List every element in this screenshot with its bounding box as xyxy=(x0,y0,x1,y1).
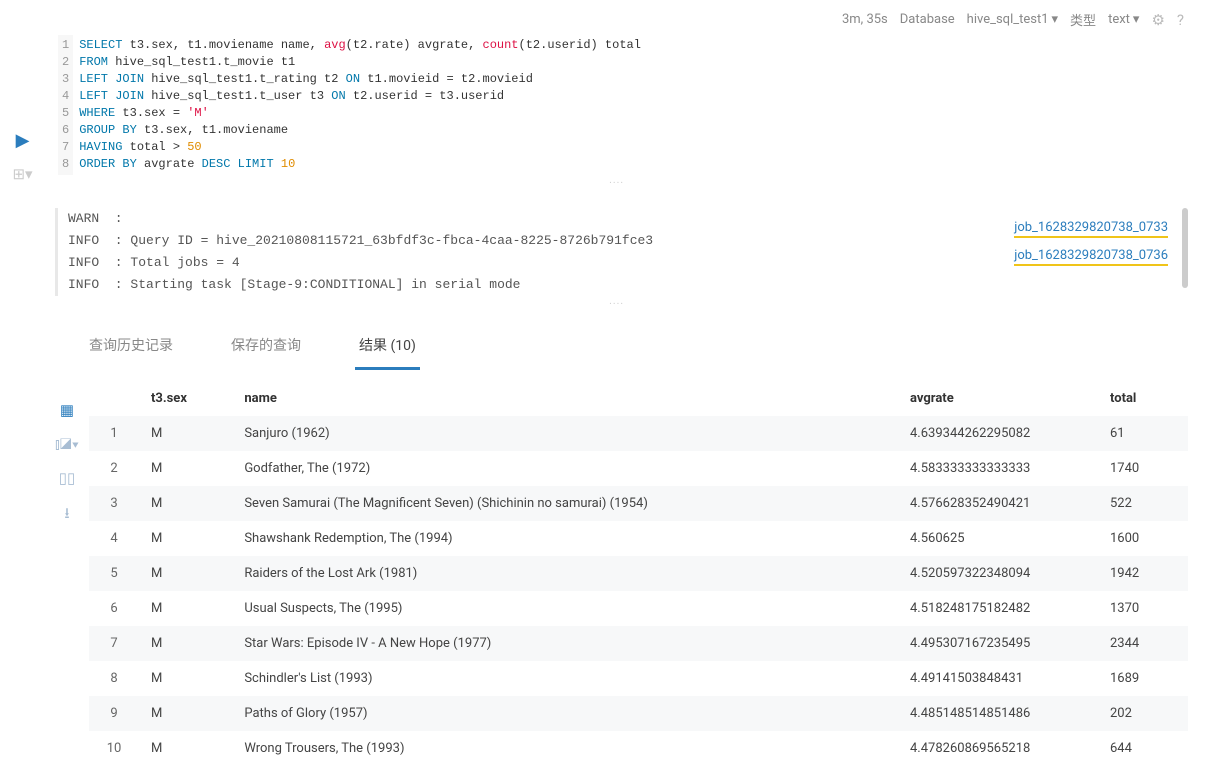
cell-sex: M xyxy=(139,731,232,766)
job-link[interactable]: job_1628329820738_0733 xyxy=(1014,220,1168,238)
cell-n: 1 xyxy=(89,416,139,451)
cell-sex: M xyxy=(139,661,232,696)
cell-name: Paths of Glory (1957) xyxy=(232,696,898,731)
type-label: 类型 xyxy=(1070,10,1096,29)
cell-n: 6 xyxy=(89,591,139,626)
cell-avg: 4.495307167235495 xyxy=(898,626,1098,661)
table-row[interactable]: 8MSchindler's List (1993)4.4914150384843… xyxy=(89,661,1188,696)
cell-n: 5 xyxy=(89,556,139,591)
results-table: t3.sex name avgrate total 1MSanjuro (196… xyxy=(89,381,1188,766)
cell-n: 3 xyxy=(89,486,139,521)
cell-name: Shawshank Redemption, The (1994) xyxy=(232,521,898,556)
elapsed-time: 3m, 35s xyxy=(842,12,888,27)
table-row[interactable]: 4MShawshank Redemption, The (1994)4.5606… xyxy=(89,521,1188,556)
cell-n: 8 xyxy=(89,661,139,696)
drag-handle[interactable]: ∙∙∙∙ xyxy=(45,298,1188,309)
chart-icon[interactable]: ⫾◪▾ xyxy=(55,435,79,453)
drag-handle[interactable]: ∙∙∙∙ xyxy=(45,177,1188,188)
results-sidebar: ▦ ⫾◪▾ ▯▯ ⭳ xyxy=(45,381,89,766)
cell-name: Schindler's List (1993) xyxy=(232,661,898,696)
col-total[interactable]: total xyxy=(1098,381,1188,416)
type-dropdown[interactable]: text ▾ xyxy=(1108,12,1139,27)
table-row[interactable]: 3MSeven Samurai (The Magnificent Seven) … xyxy=(89,486,1188,521)
cell-sex: M xyxy=(139,521,232,556)
table-row[interactable]: 9MPaths of Glory (1957)4.485148514851486… xyxy=(89,696,1188,731)
cell-sex: M xyxy=(139,591,232,626)
download-icon[interactable]: ⭳ xyxy=(64,503,69,528)
cell-n: 9 xyxy=(89,696,139,731)
grid-icon[interactable]: ▦ xyxy=(60,401,74,419)
cell-avg: 4.485148514851486 xyxy=(898,696,1098,731)
job-link[interactable]: job_1628329820738_0736 xyxy=(1014,248,1168,266)
tab-history[interactable]: 查询历史记录 xyxy=(85,327,177,370)
log-panel: WARN : INFO : Query ID = hive_2021080811… xyxy=(55,208,1188,296)
cell-avg: 4.520597322348094 xyxy=(898,556,1098,591)
result-tabs: 查询历史记录 保存的查询 结果 (10) xyxy=(85,327,1188,371)
map-icon[interactable]: ⊞▾ xyxy=(12,165,32,183)
scrollbar[interactable] xyxy=(1182,208,1188,288)
cell-avg: 4.639344262295082 xyxy=(898,416,1098,451)
table-header-row: t3.sex name avgrate total xyxy=(89,381,1188,416)
job-links: job_1628329820738_0733 job_1628329820738… xyxy=(1014,220,1168,266)
cell-total: 1370 xyxy=(1098,591,1188,626)
cell-avg: 4.478260869565218 xyxy=(898,731,1098,766)
table-row[interactable]: 1MSanjuro (1962)4.63934426229508261 xyxy=(89,416,1188,451)
line-numbers: 12345678 xyxy=(58,35,73,175)
cell-total: 1942 xyxy=(1098,556,1188,591)
cell-avg: 4.560625 xyxy=(898,521,1098,556)
cell-sex: M xyxy=(139,486,232,521)
cell-total: 1689 xyxy=(1098,661,1188,696)
chevron-down-icon: ▾ xyxy=(1052,12,1059,27)
cell-n: 4 xyxy=(89,521,139,556)
cell-total: 522 xyxy=(1098,486,1188,521)
cell-avg: 4.576628352490421 xyxy=(898,486,1098,521)
col-name[interactable]: name xyxy=(232,381,898,416)
cell-n: 2 xyxy=(89,451,139,486)
log-output: WARN : INFO : Query ID = hive_2021080811… xyxy=(68,208,1174,296)
cell-name: Raiders of the Lost Ark (1981) xyxy=(232,556,898,591)
tab-results[interactable]: 结果 (10) xyxy=(355,327,420,370)
cell-name: Star Wars: Episode IV - A New Hope (1977… xyxy=(232,626,898,661)
cell-n: 10 xyxy=(89,731,139,766)
cell-sex: M xyxy=(139,556,232,591)
cell-avg: 4.49141503848431 xyxy=(898,661,1098,696)
cell-total: 1740 xyxy=(1098,451,1188,486)
cell-total: 61 xyxy=(1098,416,1188,451)
cell-avg: 4.518248175182482 xyxy=(898,591,1098,626)
table-row[interactable]: 10MWrong Trousers, The (1993)4.478260869… xyxy=(89,731,1188,766)
cell-n: 7 xyxy=(89,626,139,661)
cell-avg: 4.583333333333333 xyxy=(898,451,1098,486)
col-avgrate[interactable]: avgrate xyxy=(898,381,1098,416)
cell-total: 202 xyxy=(1098,696,1188,731)
table-row[interactable]: 2MGodfather, The (1972)4.583333333333333… xyxy=(89,451,1188,486)
cell-name: Godfather, The (1972) xyxy=(232,451,898,486)
cell-sex: M xyxy=(139,626,232,661)
help-icon[interactable]: ? xyxy=(1177,11,1184,29)
col-index[interactable] xyxy=(89,381,139,416)
cell-name: Wrong Trousers, The (1993) xyxy=(232,731,898,766)
sql-editor[interactable]: 12345678 SELECT t3.sex, t1.moviename nam… xyxy=(55,35,1188,175)
sql-code[interactable]: SELECT t3.sex, t1.moviename name, avg(t2… xyxy=(73,35,1188,175)
table-row[interactable]: 5MRaiders of the Lost Ark (1981)4.520597… xyxy=(89,556,1188,591)
run-icon[interactable]: ▶ xyxy=(16,130,30,151)
db-dropdown[interactable]: hive_sql_test1 ▾ xyxy=(967,12,1058,27)
cell-name: Usual Suspects, The (1995) xyxy=(232,591,898,626)
cell-sex: M xyxy=(139,451,232,486)
gear-icon[interactable]: ⚙ xyxy=(1151,11,1164,29)
chevron-down-icon: ▾ xyxy=(1133,12,1140,27)
db-label: Database xyxy=(900,12,955,27)
cell-total: 1600 xyxy=(1098,521,1188,556)
columns-icon[interactable]: ▯▯ xyxy=(59,469,76,487)
cell-total: 644 xyxy=(1098,731,1188,766)
cell-total: 2344 xyxy=(1098,626,1188,661)
table-row[interactable]: 6MUsual Suspects, The (1995)4.5182481751… xyxy=(89,591,1188,626)
tab-saved[interactable]: 保存的查询 xyxy=(227,327,305,370)
table-row[interactable]: 7MStar Wars: Episode IV - A New Hope (19… xyxy=(89,626,1188,661)
topbar: 3m, 35s Database hive_sql_test1 ▾ 类型 tex… xyxy=(45,10,1188,29)
cell-name: Seven Samurai (The Magnificent Seven) (S… xyxy=(232,486,898,521)
cell-sex: M xyxy=(139,696,232,731)
col-sex[interactable]: t3.sex xyxy=(139,381,232,416)
cell-sex: M xyxy=(139,416,232,451)
cell-name: Sanjuro (1962) xyxy=(232,416,898,451)
